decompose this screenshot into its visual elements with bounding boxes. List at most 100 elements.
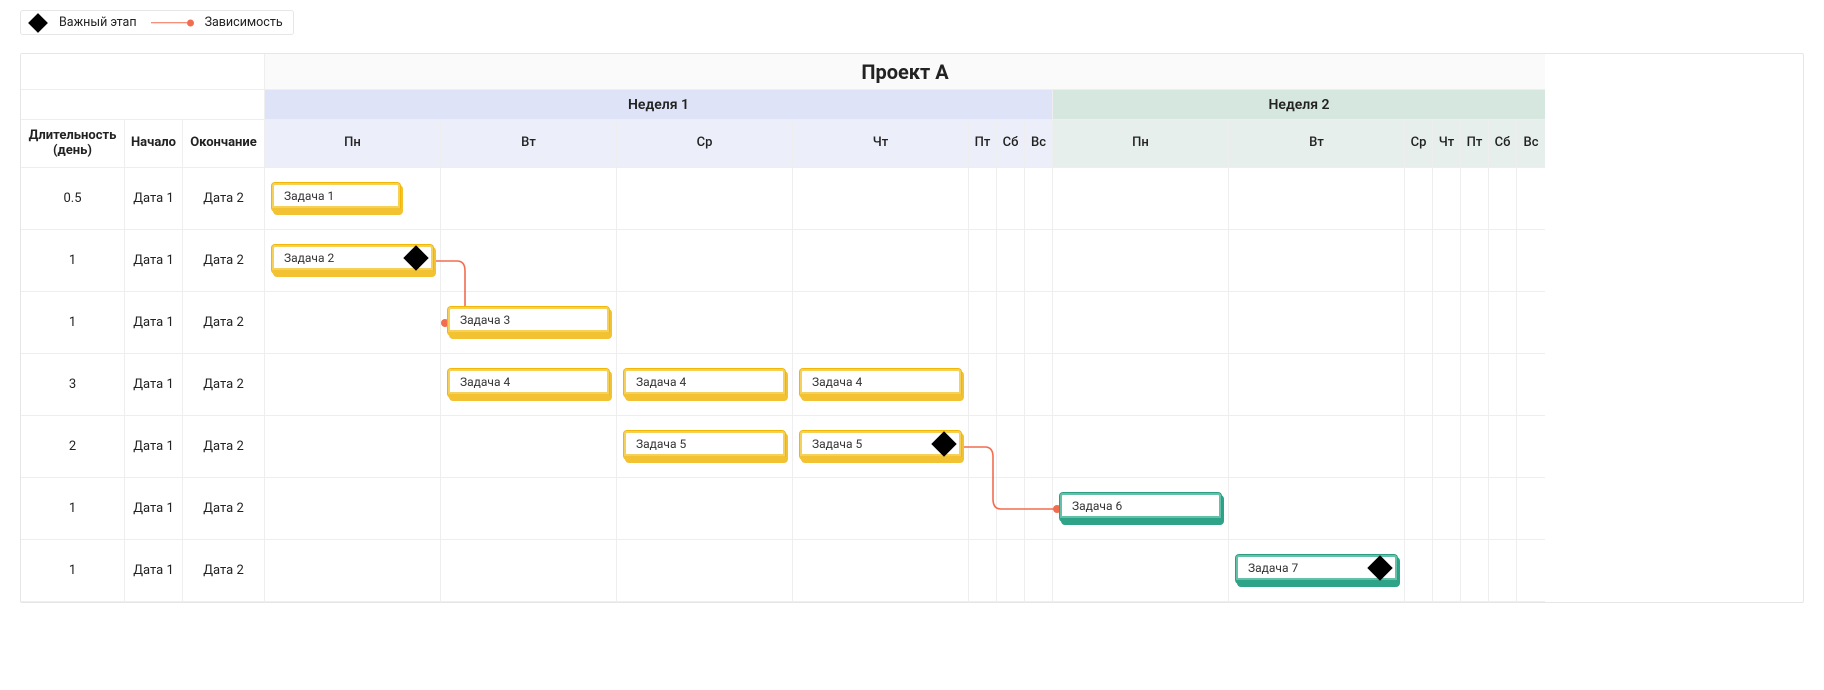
- task-bar[interactable]: Задача 2: [271, 244, 434, 274]
- day-cell: [1433, 416, 1461, 478]
- day-cell: [1025, 292, 1053, 354]
- day-cell: [1405, 168, 1433, 230]
- cell-start: Дата 1: [125, 478, 183, 540]
- week-2-header: Неделя 2: [1053, 90, 1545, 120]
- day-cell: [265, 354, 441, 416]
- day-cell: [1461, 354, 1489, 416]
- table-row: 3Дата 1Дата 2Задача 4Задача 4Задача 4: [21, 354, 1803, 416]
- milestone-icon: [931, 431, 956, 456]
- w2-wed: Ср: [1405, 120, 1433, 168]
- day-cell: [969, 416, 997, 478]
- day-cell: [1461, 292, 1489, 354]
- day-cell: [997, 478, 1025, 540]
- w1-thu: Чт: [793, 120, 969, 168]
- day-cell: [793, 540, 969, 602]
- day-cell: Задача 7: [1229, 540, 1405, 602]
- task-bar[interactable]: Задача 6: [1059, 492, 1222, 522]
- day-cell: [1405, 416, 1433, 478]
- day-cell: [1053, 230, 1229, 292]
- task-bar[interactable]: Задача 4: [799, 368, 962, 398]
- cell-start: Дата 1: [125, 168, 183, 230]
- day-cell: [1229, 292, 1405, 354]
- day-cell: [1489, 478, 1517, 540]
- table-row: 1Дата 1Дата 2Задача 2: [21, 230, 1803, 292]
- day-cell: [969, 168, 997, 230]
- day-cell: [1025, 540, 1053, 602]
- task-bar[interactable]: Задача 4: [623, 368, 786, 398]
- cell-duration: 1: [21, 230, 125, 292]
- w1-sun: Вс: [1025, 120, 1053, 168]
- day-cell: [617, 478, 793, 540]
- week-1-header: Неделя 1: [265, 90, 1053, 120]
- task-bar[interactable]: Задача 7: [1235, 554, 1398, 584]
- cell-duration: 2: [21, 416, 125, 478]
- milestone-icon: [403, 245, 428, 270]
- dependency-icon: [151, 18, 191, 28]
- day-cell: [1433, 478, 1461, 540]
- w2-mon: Пн: [1053, 120, 1229, 168]
- day-cell: [1405, 230, 1433, 292]
- day-cell: [1517, 292, 1545, 354]
- day-cell: [1053, 416, 1229, 478]
- day-cell: [1461, 168, 1489, 230]
- day-cell: [1517, 354, 1545, 416]
- header-blank: [21, 54, 265, 90]
- task-bar[interactable]: Задача 5: [799, 430, 962, 460]
- w2-sun: Вс: [1517, 120, 1545, 168]
- day-cell: [1489, 354, 1517, 416]
- day-cell: [441, 416, 617, 478]
- cell-duration: 3: [21, 354, 125, 416]
- table-row: 1Дата 1Дата 2Задача 6: [21, 478, 1803, 540]
- day-cell: [617, 230, 793, 292]
- day-cell: [441, 230, 617, 292]
- day-cell: [1053, 168, 1229, 230]
- task-bar[interactable]: Задача 1: [271, 182, 401, 212]
- day-cell: [1405, 292, 1433, 354]
- task-bar[interactable]: Задача 3: [447, 306, 610, 336]
- day-cell: [617, 292, 793, 354]
- day-cell: Задача 5: [793, 416, 969, 478]
- w2-fri: Пт: [1461, 120, 1489, 168]
- day-cell: [1461, 230, 1489, 292]
- day-cell: [1517, 230, 1545, 292]
- day-cell: [1489, 168, 1517, 230]
- day-cell: [997, 168, 1025, 230]
- day-cell: [793, 292, 969, 354]
- day-cell: [1229, 354, 1405, 416]
- legend-milestone-label: Важный этап: [59, 15, 137, 30]
- cell-start: Дата 1: [125, 540, 183, 602]
- day-cell: [793, 478, 969, 540]
- cell-end: Дата 2: [183, 354, 265, 416]
- day-cell: [969, 292, 997, 354]
- cell-end: Дата 2: [183, 292, 265, 354]
- day-cell: [1025, 478, 1053, 540]
- day-cell: [617, 168, 793, 230]
- day-cell: [1461, 416, 1489, 478]
- day-cell: [617, 540, 793, 602]
- day-cell: [1517, 478, 1545, 540]
- day-cell: [1489, 292, 1517, 354]
- task-bar[interactable]: Задача 4: [447, 368, 610, 398]
- w1-wed: Ср: [617, 120, 793, 168]
- table-row: 1Дата 1Дата 2Задача 7: [21, 540, 1803, 602]
- legend-dependency-label: Зависимость: [205, 15, 283, 30]
- day-cell: [1025, 416, 1053, 478]
- day-cell: Задача 4: [793, 354, 969, 416]
- day-cell: [441, 168, 617, 230]
- cell-duration: 1: [21, 292, 125, 354]
- day-cell: [265, 540, 441, 602]
- day-cell: [1053, 540, 1229, 602]
- table-row: 2Дата 1Дата 2Задача 5Задача 5: [21, 416, 1803, 478]
- cell-end: Дата 2: [183, 230, 265, 292]
- day-cell: [441, 478, 617, 540]
- task-bar[interactable]: Задача 5: [623, 430, 786, 460]
- day-cell: [1433, 292, 1461, 354]
- day-cell: [441, 540, 617, 602]
- day-cell: [1025, 354, 1053, 416]
- w2-thu: Чт: [1433, 120, 1461, 168]
- day-cell: [1433, 168, 1461, 230]
- day-cell: Задача 5: [617, 416, 793, 478]
- w2-tue: Вт: [1229, 120, 1405, 168]
- day-cell: [997, 354, 1025, 416]
- day-cell: [1405, 354, 1433, 416]
